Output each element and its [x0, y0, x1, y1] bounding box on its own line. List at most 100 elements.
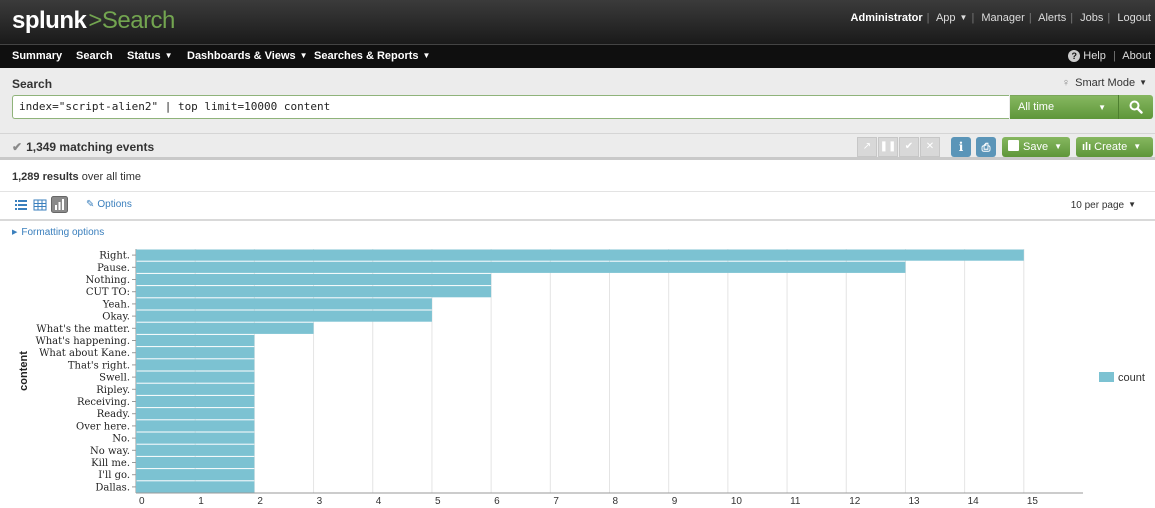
x-tick-label: 9	[672, 496, 678, 507]
category-label: Pause.	[97, 263, 130, 274]
nav-status[interactable]: Status ▼	[127, 50, 173, 62]
bar	[136, 334, 255, 347]
search-mode-selector[interactable]: ♀ Smart Mode ▼	[1062, 77, 1147, 89]
create-button[interactable]: ılı Create ▼	[1076, 137, 1153, 157]
help-icon: ?	[1068, 50, 1081, 62]
table-view-icon[interactable]	[33, 198, 47, 212]
x-tick-label: 1	[198, 496, 204, 507]
chevron-down-icon: ▼	[1054, 142, 1062, 151]
category-label: What's the matter.	[36, 324, 130, 335]
floppy-disk-icon	[1008, 140, 1019, 151]
nav-summary[interactable]: Summary	[12, 50, 62, 62]
category-label: I'll go.	[98, 470, 130, 481]
nav-searches-reports[interactable]: Searches & Reports ▼	[314, 50, 430, 62]
chevron-down-icon: ▼	[1133, 142, 1142, 151]
manager-link[interactable]: Manager	[981, 12, 1024, 24]
lightbulb-icon: ♀	[1061, 77, 1071, 89]
search-title: Search	[12, 77, 53, 91]
job-inspector-button[interactable]: i	[951, 137, 971, 157]
bar	[136, 371, 255, 383]
pause-button[interactable]: ❚❚	[878, 137, 898, 157]
x-tick-label: 11	[790, 496, 801, 507]
alerts-link[interactable]: Alerts	[1038, 12, 1066, 24]
category-label: Kill me.	[91, 458, 130, 469]
logout-link[interactable]: Logout	[1117, 12, 1151, 24]
cancel-button[interactable]: ✕	[920, 137, 940, 157]
matching-events: ✔ 1,349 matching events	[12, 140, 155, 154]
chevron-down-icon: ▼	[1139, 78, 1147, 87]
divider	[0, 191, 1155, 192]
per-page-selector[interactable]: 10 per page ▼	[1071, 200, 1136, 211]
chevron-down-icon: ▼	[1128, 200, 1136, 209]
search-input[interactable]: index="script-alien2" | top limit=10000 …	[12, 95, 1009, 119]
finalize-button[interactable]: ✔	[899, 137, 919, 157]
x-tick-label: 2	[257, 496, 263, 507]
y-axis-title: content	[18, 351, 30, 391]
bar	[136, 310, 432, 322]
x-tick-label: 12	[849, 496, 861, 507]
send-to-background-button[interactable]: ↗	[857, 137, 877, 157]
close-icon: ✕	[925, 141, 935, 152]
category-label: Over here.	[76, 421, 130, 432]
nav-dashboards-views[interactable]: Dashboards & Views ▼	[187, 50, 308, 62]
time-range-picker[interactable]: All time ▼	[1010, 95, 1118, 119]
checkmark-icon: ✔	[904, 141, 914, 152]
chart-view-icon[interactable]	[51, 196, 68, 213]
checkmark-icon: ✔	[12, 140, 23, 154]
view-toolbar: ✎ Options 10 per page ▼	[0, 196, 1155, 216]
category-label: No.	[112, 434, 130, 445]
bar	[136, 395, 255, 408]
bar	[136, 359, 255, 371]
search-button[interactable]	[1118, 95, 1153, 119]
edit-icon: ✎	[86, 199, 95, 210]
jobs-link[interactable]: Jobs	[1080, 12, 1103, 24]
bar	[136, 249, 1024, 261]
bar	[136, 481, 255, 493]
bar	[136, 347, 255, 359]
x-tick-label: 8	[613, 496, 619, 507]
category-label: CUT TO:	[86, 287, 130, 298]
divider	[0, 219, 1155, 221]
list-view-icon[interactable]	[14, 198, 28, 212]
bar-chart-icon: ılı	[1082, 141, 1092, 153]
help-link[interactable]: ? Help	[1068, 50, 1106, 62]
nav-right: ? Help | About	[1068, 50, 1151, 62]
bar	[136, 420, 255, 432]
category-label: Yeah.	[102, 299, 130, 310]
pause-icon: ❚❚	[879, 141, 897, 152]
triangle-right-icon: ▶	[12, 229, 18, 236]
user-menu[interactable]: Administrator	[851, 12, 923, 24]
bar	[136, 286, 492, 298]
bar	[136, 261, 906, 273]
job-status-bar: ✔ 1,349 matching events ↗ ❚❚ ✔ ✕ i ⎙ Save…	[0, 134, 1155, 160]
bar	[136, 432, 255, 444]
results-summary: 1,289 results over all time	[12, 171, 142, 183]
category-label: Okay.	[102, 312, 130, 323]
category-label: What about Kane.	[39, 348, 130, 359]
legend-label: count	[1118, 372, 1145, 384]
top-links: Administrator | App ▼ | Manager | Alerts | Jo…	[850, 12, 1151, 24]
bar	[136, 383, 255, 395]
options-link[interactable]: ✎ Options	[86, 199, 132, 210]
chevron-down-icon: ▼	[164, 51, 173, 60]
formatting-options-toggle[interactable]: ▶ Formatting options	[12, 227, 104, 238]
chevron-down-icon: ▼	[422, 51, 431, 60]
brand-name: splunk	[12, 7, 87, 34]
app-logo[interactable]: splunk>Search	[12, 7, 175, 35]
app-menu[interactable]: App ▼	[936, 12, 968, 24]
category-label: What's happening.	[35, 336, 130, 347]
x-tick-label: 0	[139, 496, 145, 507]
category-label: Right.	[99, 251, 130, 262]
bar	[136, 469, 255, 481]
chevron-down-icon: ▼	[959, 13, 968, 22]
bar	[136, 273, 492, 286]
category-label: Dallas.	[95, 482, 130, 493]
category-label: That's right.	[68, 360, 130, 371]
x-tick-label: 13	[908, 496, 920, 507]
nav-search[interactable]: Search	[76, 50, 113, 62]
print-button[interactable]: ⎙	[976, 137, 996, 157]
about-link[interactable]: About	[1122, 50, 1151, 62]
arrow-up-right-icon: ↗	[862, 141, 872, 152]
save-button[interactable]: Save ▼	[1002, 137, 1070, 157]
x-tick-label: 15	[1027, 496, 1039, 507]
